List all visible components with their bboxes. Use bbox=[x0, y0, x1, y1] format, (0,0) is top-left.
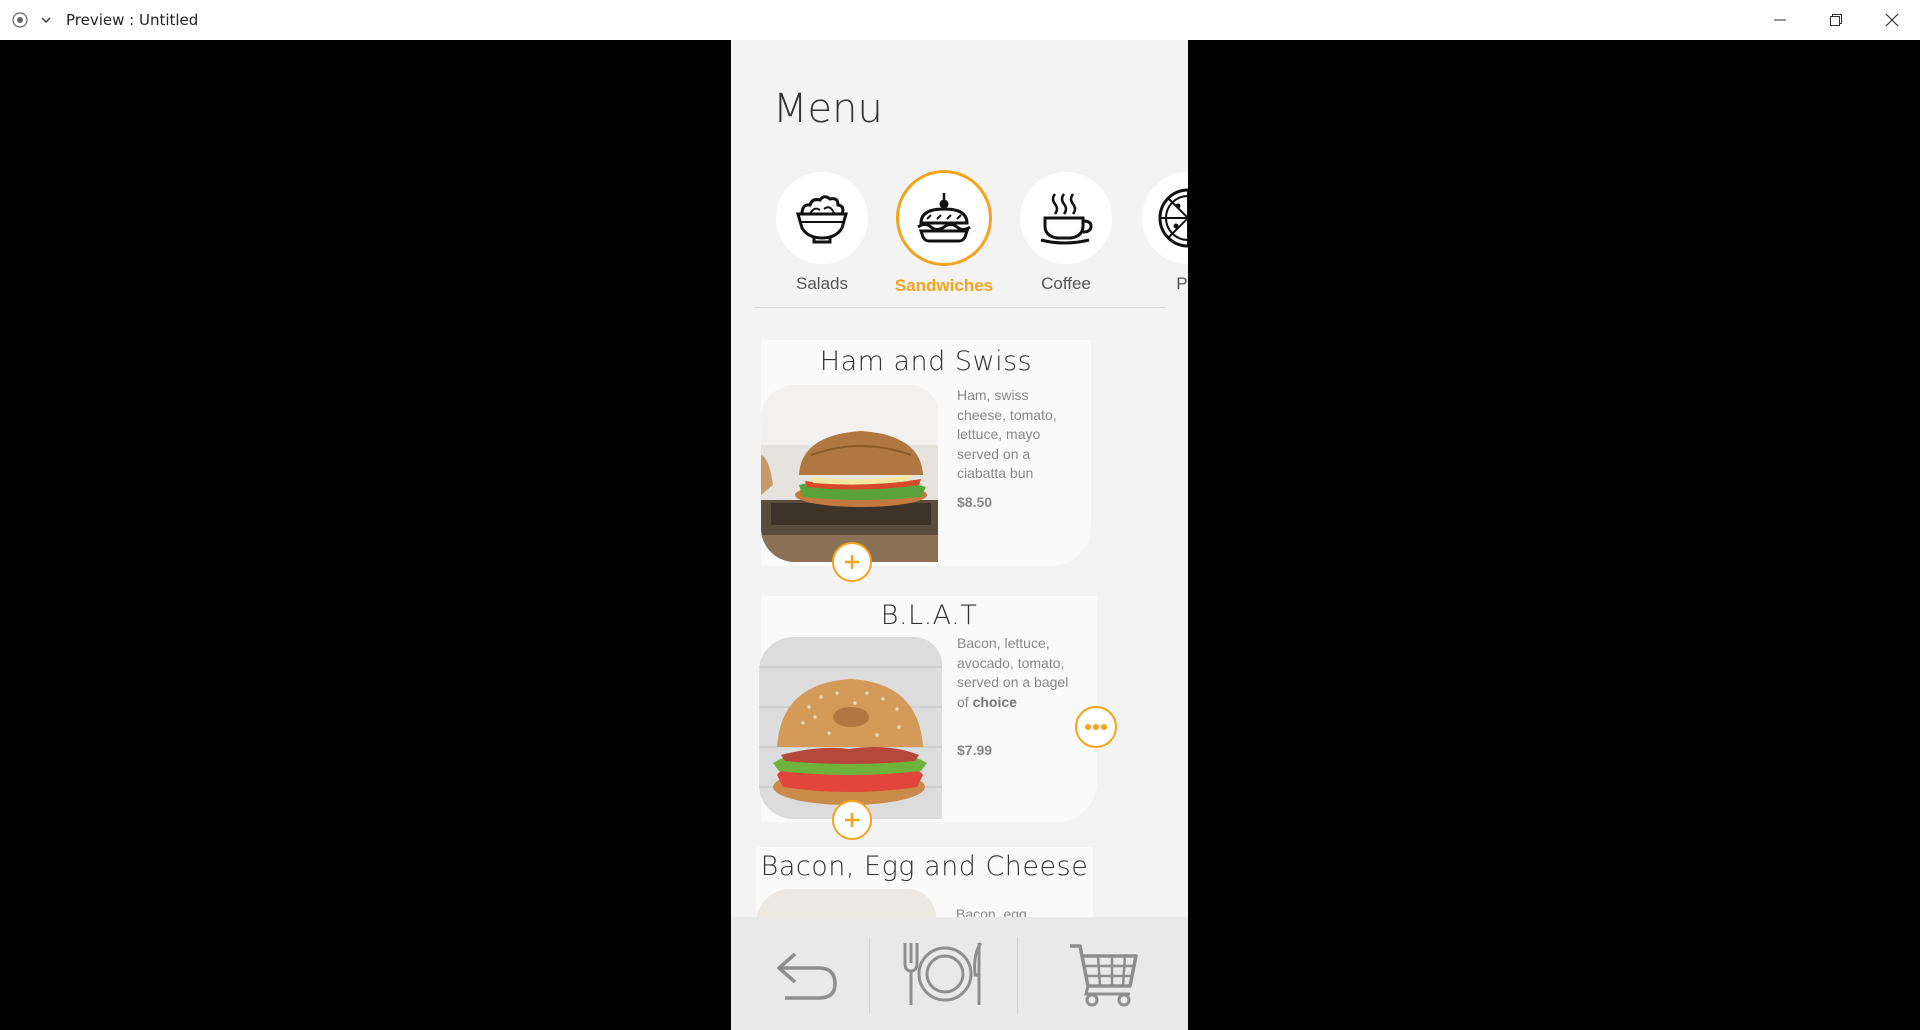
bottom-navigation bbox=[731, 917, 1188, 1030]
menu-item-card[interactable]: Ham and Swiss Ham, swiss cheese, tomato,… bbox=[761, 340, 1091, 582]
more-dots-icon bbox=[1085, 724, 1107, 730]
salad-bowl-icon bbox=[776, 172, 868, 264]
menu-nav-button[interactable] bbox=[899, 917, 991, 1030]
category-salads[interactable]: Salads bbox=[772, 170, 872, 294]
pizza-icon bbox=[1142, 172, 1188, 264]
nav-divider bbox=[869, 937, 870, 1013]
plus-icon bbox=[845, 555, 859, 569]
sandwich-icon bbox=[896, 170, 992, 266]
plate-cutlery-icon bbox=[903, 941, 983, 1005]
category-label: Salads bbox=[796, 274, 848, 293]
more-options-button[interactable] bbox=[1075, 706, 1117, 748]
category-coffee[interactable]: Coffee bbox=[1016, 170, 1116, 294]
menu-item-card[interactable]: B.L.A.T Bacon, lettuce, avocado, tomato,… bbox=[759, 596, 1117, 840]
menu-item-description: Bacon, lettuce, avocado, tomato, served … bbox=[957, 635, 1069, 710]
category-label: Piz bbox=[1176, 274, 1188, 293]
back-arrow-icon bbox=[777, 952, 837, 1000]
category-divider bbox=[755, 307, 1165, 308]
cart-button[interactable] bbox=[1067, 917, 1141, 1030]
shopping-cart-icon bbox=[1070, 943, 1138, 1006]
page-title: Menu bbox=[773, 86, 883, 132]
plus-icon bbox=[845, 813, 859, 827]
coffee-cup-icon bbox=[1020, 172, 1112, 264]
category-strip[interactable]: Salads Sandwiches Coffee P bbox=[731, 170, 1188, 300]
app-screen: Menu Salads Sandwiches Coffee P Ham and … bbox=[731, 40, 1188, 1030]
menu-item-name: Bacon, Egg and Cheese bbox=[760, 851, 1089, 882]
menu-item-price: $8.50 bbox=[957, 494, 993, 510]
close-button[interactable] bbox=[1864, 0, 1920, 40]
category-label: Sandwiches bbox=[894, 276, 994, 295]
menu-item-image bbox=[761, 385, 938, 562]
add-to-order-button[interactable] bbox=[832, 542, 872, 582]
chevron-down-icon[interactable] bbox=[36, 10, 56, 30]
category-pizza[interactable]: Piz bbox=[1138, 170, 1188, 294]
app-icon[interactable] bbox=[10, 10, 30, 30]
add-to-order-button[interactable] bbox=[832, 800, 872, 840]
category-label: Coffee bbox=[1041, 274, 1091, 293]
window-titlebar: Preview : Untitled bbox=[0, 0, 1920, 40]
menu-item-price: $7.99 bbox=[957, 742, 993, 758]
category-sandwiches[interactable]: Sandwiches bbox=[894, 170, 994, 296]
menu-item-name: B.L.A.T bbox=[880, 600, 978, 631]
nav-divider bbox=[1017, 937, 1018, 1013]
restore-button[interactable] bbox=[1808, 0, 1864, 40]
window-title: Preview : Untitled bbox=[66, 11, 199, 29]
menu-item-image bbox=[759, 637, 942, 819]
minimize-button[interactable] bbox=[1752, 0, 1808, 40]
menu-item-description: Ham, swiss cheese, tomato, lettuce, mayo… bbox=[957, 387, 1057, 481]
menu-item-name: Ham and Swiss bbox=[819, 346, 1033, 377]
back-button[interactable] bbox=[771, 917, 841, 1030]
